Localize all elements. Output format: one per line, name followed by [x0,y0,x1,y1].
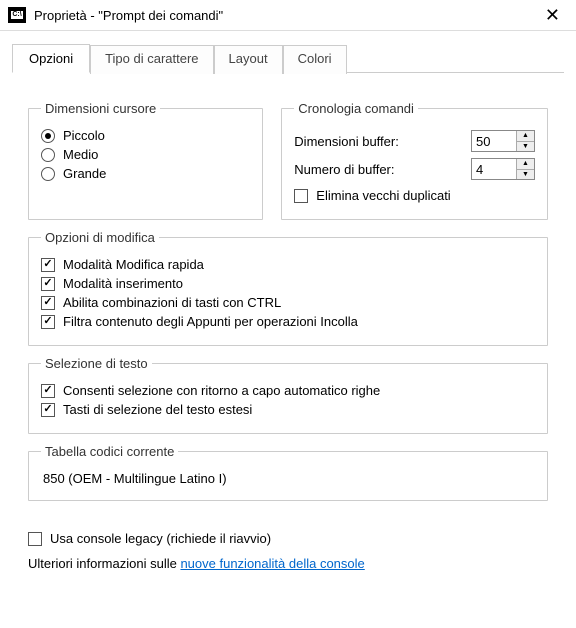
buffer-count-spinner[interactable]: ▲ ▼ [471,158,535,180]
filter-paste-checkbox[interactable]: Filtra contenuto degli Appunti per opera… [41,314,535,329]
insert-mode-label: Modalità inserimento [63,276,183,291]
buffer-count-label: Numero di buffer: [294,162,471,177]
tab-layout[interactable]: Layout [214,45,283,74]
checkbox-icon [41,315,55,329]
discard-duplicates-checkbox[interactable]: Elimina vecchi duplicati [294,188,535,203]
radio-medium-label: Medio [63,147,98,162]
cursor-size-legend: Dimensioni cursore [41,101,160,116]
bottom-area: Usa console legacy (richiede il riavvio)… [0,521,576,581]
buffer-size-spinner[interactable]: ▲ ▼ [471,130,535,152]
checkbox-icon [41,277,55,291]
ctrl-keys-label: Abilita combinazioni di tasti con CTRL [63,295,281,310]
radio-icon [41,129,55,143]
text-selection-legend: Selezione di testo [41,356,152,371]
codepage-value: 850 (OEM - Multilingue Latino I) [41,467,535,488]
buffer-size-input[interactable] [472,131,516,151]
checkbox-icon [41,384,55,398]
legacy-console-label: Usa console legacy (richiede il riavvio) [50,531,271,546]
buffer-count-input[interactable] [472,159,516,179]
extended-keys-checkbox[interactable]: Tasti di selezione del testo estesi [41,402,535,417]
extended-keys-label: Tasti di selezione del testo estesi [63,402,252,417]
chevron-down-icon[interactable]: ▼ [517,170,534,180]
close-icon[interactable]: ✕ [539,6,566,24]
console-features-link[interactable]: nuove funzionalità della console [180,556,364,571]
tab-strip: Opzioni Tipo di carattere Layout Colori [0,31,576,72]
chevron-down-icon[interactable]: ▼ [517,142,534,152]
tab-options[interactable]: Opzioni [12,44,90,73]
legacy-console-checkbox[interactable]: Usa console legacy (richiede il riavvio) [28,531,548,546]
ctrl-keys-checkbox[interactable]: Abilita combinazioni di tasti con CTRL [41,295,535,310]
tab-font[interactable]: Tipo di carattere [90,45,213,74]
cursor-size-group: Dimensioni cursore Piccolo Medio Grande [28,101,263,220]
checkbox-icon [41,403,55,417]
discard-duplicates-label: Elimina vecchi duplicati [316,188,450,203]
app-icon: C:\ [8,7,26,23]
edit-options-group: Opzioni di modifica Modalità Modifica ra… [28,230,548,346]
filter-paste-label: Filtra contenuto degli Appunti per opera… [63,314,358,329]
wrap-selection-label: Consenti selezione con ritorno a capo au… [63,383,380,398]
tab-colors[interactable]: Colori [283,45,347,74]
checkbox-icon [41,258,55,272]
tab-content: Dimensioni cursore Piccolo Medio Grande … [0,73,576,521]
radio-small-label: Piccolo [63,128,105,143]
checkbox-icon [28,532,42,546]
edit-options-legend: Opzioni di modifica [41,230,159,245]
codepage-legend: Tabella codici corrente [41,444,178,459]
app-icon-glyph: C:\ [11,11,22,19]
codepage-group: Tabella codici corrente 850 (OEM - Multi… [28,444,548,501]
insert-mode-checkbox[interactable]: Modalità inserimento [41,276,535,291]
command-history-group: Cronologia comandi Dimensioni buffer: ▲ … [281,101,548,220]
info-prefix: Ulteriori informazioni sulle [28,556,180,571]
radio-small[interactable]: Piccolo [41,128,250,143]
info-line: Ulteriori informazioni sulle nuove funzi… [28,556,548,571]
command-history-legend: Cronologia comandi [294,101,418,116]
radio-icon [41,148,55,162]
checkbox-icon [294,189,308,203]
quick-edit-checkbox[interactable]: Modalità Modifica rapida [41,257,535,272]
radio-icon [41,167,55,181]
buffer-size-label: Dimensioni buffer: [294,134,471,149]
quick-edit-label: Modalità Modifica rapida [63,257,204,272]
window-title: Proprietà - "Prompt dei comandi" [34,8,539,23]
wrap-selection-checkbox[interactable]: Consenti selezione con ritorno a capo au… [41,383,535,398]
checkbox-icon [41,296,55,310]
radio-large[interactable]: Grande [41,166,250,181]
chevron-up-icon[interactable]: ▲ [517,159,534,170]
chevron-up-icon[interactable]: ▲ [517,131,534,142]
radio-medium[interactable]: Medio [41,147,250,162]
radio-large-label: Grande [63,166,106,181]
title-bar: C:\ Proprietà - "Prompt dei comandi" ✕ [0,0,576,31]
text-selection-group: Selezione di testo Consenti selezione co… [28,356,548,434]
